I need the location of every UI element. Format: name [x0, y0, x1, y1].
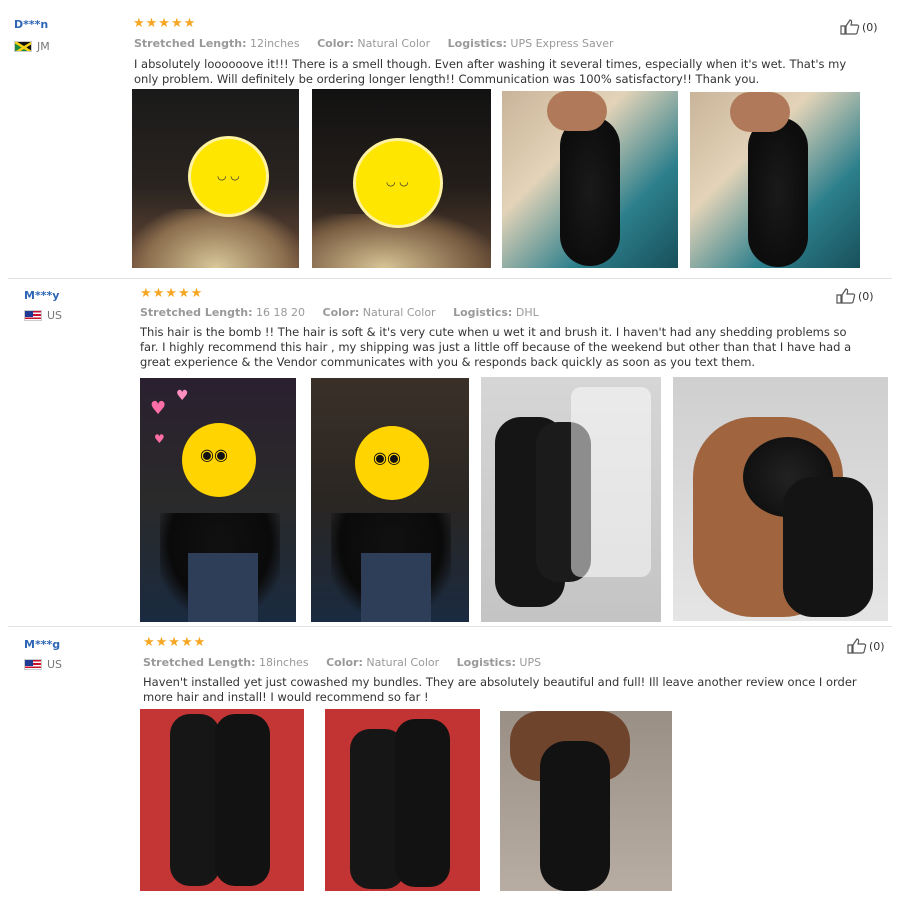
thumbs-up-icon [840, 19, 860, 35]
review-meta: Stretched Length: 18inches Color: Natura… [143, 656, 542, 669]
emoji-sticker-icon: ◡ ◡ [356, 141, 440, 225]
reviewer-name: M***y [24, 289, 60, 302]
review-photo-3[interactable] [500, 711, 672, 891]
review-photo-1[interactable]: ♥ ♥ ♥ ◉◉ [140, 378, 296, 622]
review-3: M***g US ★★★★★ Stretched Length: 18inche… [0, 627, 900, 900]
review-photo-2[interactable]: ◉◉ [311, 378, 469, 622]
review-photo-1[interactable]: ◡ ◡ [132, 89, 299, 268]
helpful-button[interactable]: (0) [840, 19, 878, 35]
review-text: I absolutely loooooove it!!! There is a … [134, 57, 847, 86]
flag-jm-icon [14, 41, 32, 52]
thumbs-up-icon [847, 638, 867, 654]
helpful-button[interactable]: (0) [847, 638, 885, 654]
emoji-sticker-icon: ◡ ◡ [191, 139, 266, 214]
review-photo-3[interactable] [481, 377, 661, 622]
review-photo-4[interactable] [690, 92, 860, 268]
reviewer-name: M***g [24, 638, 61, 651]
thumbs-up-icon [836, 288, 856, 304]
reviewer-country: US [24, 309, 62, 322]
star-rating: ★★★★★ [140, 286, 204, 301]
reviewer-country: US [24, 658, 62, 671]
reviewer-country: JM [14, 40, 50, 53]
reviewer-name: D***n [14, 18, 49, 31]
cartoon-sticker-icon: ◉◉ [182, 423, 256, 497]
review-1: D***n JM ★★★★★ Stretched Length: 12inche… [0, 0, 900, 278]
review-text: Haven't installed yet just cowashed my b… [143, 675, 857, 704]
review-text: This hair is the bomb !! The hair is sof… [140, 325, 852, 369]
review-meta: Stretched Length: 12inches Color: Natura… [134, 37, 614, 50]
cartoon-sticker-icon: ◉◉ [355, 426, 429, 500]
review-meta: Stretched Length: 16 18 20 Color: Natura… [140, 306, 539, 319]
star-rating: ★★★★★ [143, 635, 207, 650]
flag-us-icon [24, 310, 42, 321]
flag-us-icon [24, 659, 42, 670]
review-photo-2[interactable] [325, 709, 480, 891]
helpful-button[interactable]: (0) [836, 288, 874, 304]
review-photo-3[interactable] [502, 91, 678, 268]
star-rating: ★★★★★ [133, 16, 197, 31]
review-photo-2[interactable]: ◡ ◡ [312, 89, 491, 268]
review-photo-1[interactable] [140, 709, 304, 891]
review-photo-4[interactable] [673, 377, 888, 621]
review-2: M***y US ★★★★★ Stretched Length: 16 18 2… [0, 279, 900, 625]
